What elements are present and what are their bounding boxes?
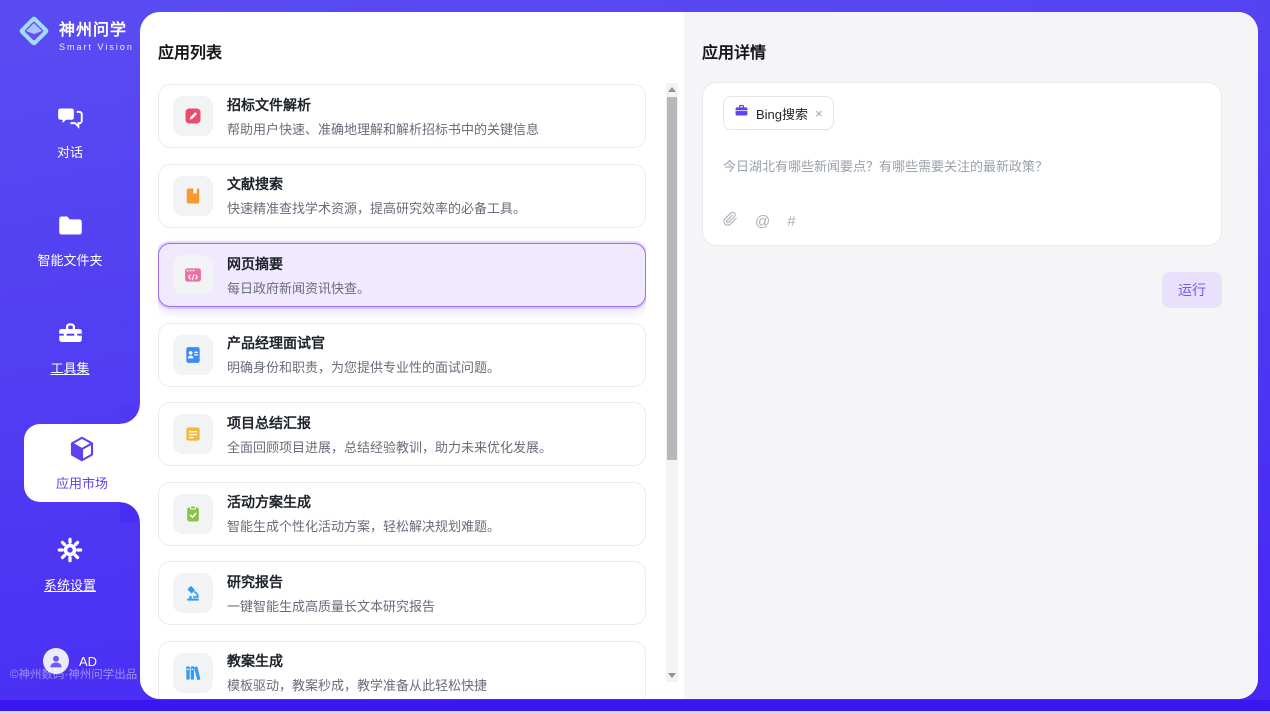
input-toolbar: @ # <box>723 211 796 232</box>
app-logo: 神州问学 Smart Vision <box>16 13 134 54</box>
sidebar-item-smart-folders[interactable]: 智能文件夹 <box>0 212 140 269</box>
prompt-input-card[interactable]: Bing搜索 × 今日湖北有哪些新闻要点？有哪些需要关注的最新政策？ @ # <box>702 82 1222 246</box>
browser-code-icon <box>173 255 213 295</box>
tab-curve-bottom <box>120 502 140 522</box>
mention-icon[interactable]: @ <box>755 213 770 230</box>
note-icon <box>173 414 213 454</box>
app-card-title: 项目总结汇报 <box>227 413 552 433</box>
query-text[interactable]: 今日湖北有哪些新闻要点？有哪些需要关注的最新政策？ <box>723 156 1201 175</box>
app-card-title: 教案生成 <box>227 651 487 671</box>
app-list: 招标文件解析 帮助用户快速、准确地理解和解析招标书中的关键信息 文献搜索 快速精… <box>158 84 646 699</box>
pencil-doc-icon <box>173 96 213 136</box>
bottom-bar <box>0 700 1270 711</box>
scrollbar[interactable] <box>666 83 678 682</box>
briefcase-icon <box>734 103 749 123</box>
sidebar-item-label: 系统设置 <box>0 575 140 594</box>
app-card-title: 文献搜索 <box>227 174 526 194</box>
app-card-desc: 全面回顾项目进展，总结经验教训，助力未来优化发展。 <box>227 437 552 456</box>
app-card-bid-analysis[interactable]: 招标文件解析 帮助用户快速、准确地理解和解析招标书中的关键信息 <box>158 84 646 148</box>
folder-icon <box>57 226 84 243</box>
app-card-lesson-plan[interactable]: 教案生成 模板驱动，教案秒成，教学准备从此轻松快捷 <box>158 641 646 700</box>
microscope-icon <box>173 573 213 613</box>
books-icon <box>173 653 213 693</box>
gear-icon <box>56 551 84 568</box>
app-card-research-report[interactable]: 研究报告 一键智能生成高质量长文本研究报告 <box>158 561 646 625</box>
app-detail-title: 应用详情 <box>702 39 766 63</box>
app-card-title: 研究报告 <box>227 572 435 592</box>
tag-close-icon[interactable]: × <box>815 107 823 120</box>
sidebar-item-label: 对话 <box>0 142 140 161</box>
app-card-desc: 每日政府新闻资讯快查。 <box>227 278 370 297</box>
sidebar-item-label: 智能文件夹 <box>0 250 140 269</box>
app-detail-section: 应用详情 Bing搜索 × 今日湖北有哪些新闻要点？有哪些需要关注的最新政策？ <box>684 12 1258 699</box>
app-card-desc: 明确身份和职责，为您提供专业性的面试问题。 <box>227 357 500 376</box>
app-card-event-plan[interactable]: 活动方案生成 智能生成个性化活动方案，轻松解决规划难题。 <box>158 482 646 546</box>
sidebar-item-toolset[interactable]: 工具集 <box>0 320 140 377</box>
logo-title: 神州问学 <box>59 16 134 40</box>
toolbox-icon <box>57 334 84 351</box>
tab-curve-top <box>120 404 140 424</box>
app-list-title: 应用列表 <box>158 39 222 63</box>
app-card-desc: 帮助用户快速、准确地理解和解析招标书中的关键信息 <box>227 119 539 138</box>
paperclip-icon[interactable] <box>723 211 738 232</box>
app-card-literature-search[interactable]: 文献搜索 快速精准查找学术资源，提高研究效率的必备工具。 <box>158 164 646 228</box>
app-card-desc: 智能生成个性化活动方案，轻松解决规划难题。 <box>227 516 500 535</box>
app-card-pm-interviewer[interactable]: 产品经理面试官 明确身份和职责，为您提供专业性的面试问题。 <box>158 323 646 387</box>
logo-subtitle: Smart Vision <box>59 42 134 52</box>
book-icon <box>173 176 213 216</box>
sidebar-item-label: 工具集 <box>0 358 140 377</box>
clipboard-check-icon <box>173 494 213 534</box>
app-card-desc: 快速精准查找学术资源，提高研究效率的必备工具。 <box>227 198 526 217</box>
tool-tag-bing-search[interactable]: Bing搜索 × <box>723 96 834 130</box>
sidebar-item-label: 应用市场 <box>24 473 140 492</box>
app-card-desc: 一键智能生成高质量长文本研究报告 <box>227 596 435 615</box>
tool-tag-label: Bing搜索 <box>756 104 808 123</box>
scrollbar-thumb[interactable] <box>667 97 677 460</box>
app-card-desc: 模板驱动，教案秒成，教学准备从此轻松快捷 <box>227 675 487 694</box>
hash-icon[interactable]: # <box>787 213 795 230</box>
sidebar: 神州问学 Smart Vision 对话 智能文件夹 <box>0 0 140 699</box>
scrollbar-up-arrow[interactable] <box>668 87 676 92</box>
chat-icon <box>57 118 84 135</box>
sidebar-item-chat[interactable]: 对话 <box>0 104 140 161</box>
copyright-text: ©神州数码·神州问学出品 <box>10 666 137 682</box>
interview-icon <box>173 335 213 375</box>
scrollbar-down-arrow[interactable] <box>668 673 676 678</box>
sidebar-item-settings[interactable]: 系统设置 <box>0 536 140 594</box>
run-button[interactable]: 运行 <box>1162 272 1222 308</box>
app-card-title: 网页摘要 <box>227 254 370 274</box>
sidebar-item-app-market[interactable]: 应用市场 <box>24 424 140 502</box>
app-card-title: 活动方案生成 <box>227 492 500 512</box>
app-card-project-summary[interactable]: 项目总结汇报 全面回顾项目进展，总结经验教训，助力未来优化发展。 <box>158 402 646 466</box>
app-list-section: 应用列表 招标文件解析 帮助用户快速、准确地理解和解析招标书中的关键信息 <box>140 12 684 699</box>
app-card-title: 产品经理面试官 <box>227 333 500 353</box>
app-card-web-summary[interactable]: 网页摘要 每日政府新闻资讯快查。 <box>158 243 646 307</box>
logo-diamond-icon <box>16 13 52 54</box>
cube-icon <box>67 451 97 468</box>
app-card-title: 招标文件解析 <box>227 95 539 115</box>
main-panel: 应用列表 招标文件解析 帮助用户快速、准确地理解和解析招标书中的关键信息 <box>140 12 1258 699</box>
